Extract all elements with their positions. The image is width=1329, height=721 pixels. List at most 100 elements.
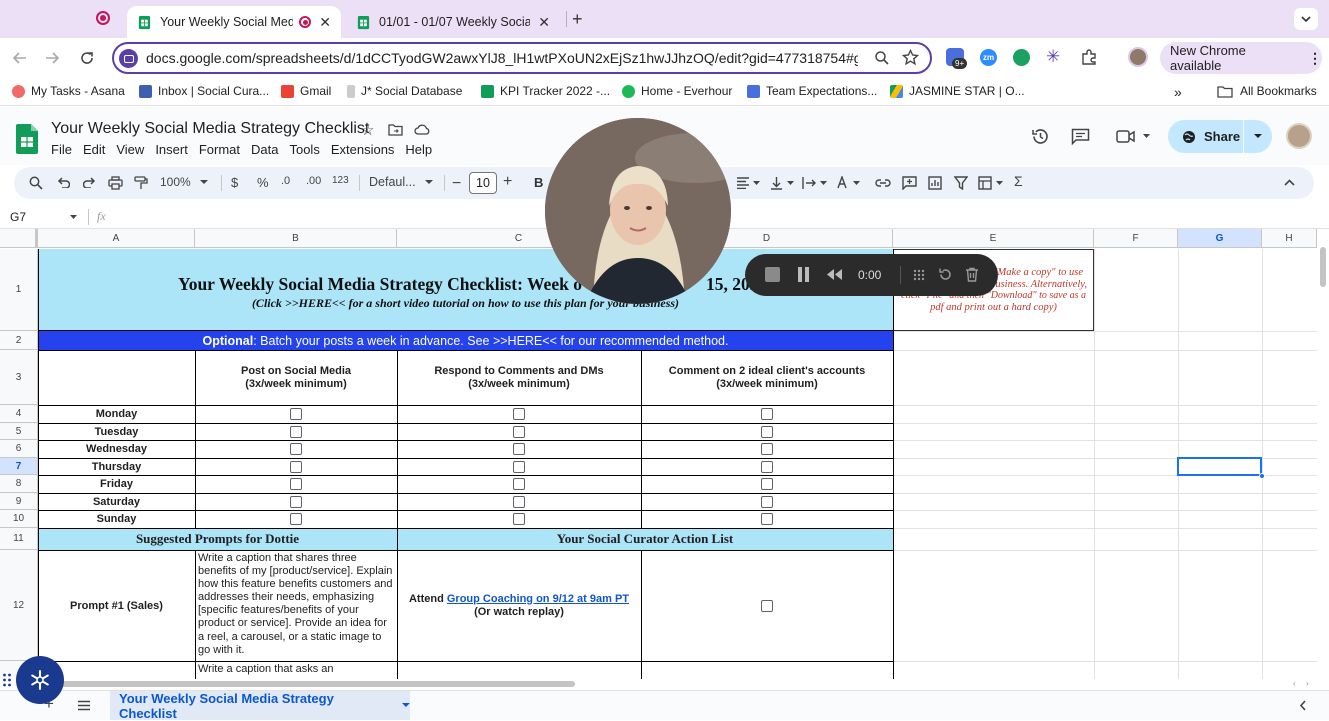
- menu-edit[interactable]: Edit: [83, 142, 105, 157]
- day-wednesday[interactable]: Wednesday: [38, 440, 195, 458]
- prompt-1-text[interactable]: Write a caption that shares three benefi…: [195, 550, 397, 661]
- checkbox[interactable]: [290, 495, 302, 508]
- day-friday[interactable]: Friday: [38, 475, 195, 493]
- rewind-icon[interactable]: [826, 268, 843, 281]
- document-title[interactable]: Your Weekly Social Media Strategy Checkl…: [51, 120, 369, 138]
- checkbox-cell[interactable]: [195, 440, 397, 458]
- collapse-side-panel-icon[interactable]: [1299, 700, 1307, 711]
- checkbox-cell[interactable]: [397, 510, 641, 528]
- action-list-header[interactable]: Your Social Curator Action List: [397, 528, 893, 550]
- account-avatar[interactable]: [1286, 123, 1312, 149]
- vertical-align-icon[interactable]: [770, 176, 783, 190]
- extension-zoom-icon[interactable]: zm: [980, 49, 997, 66]
- checkbox-cell[interactable]: [641, 510, 893, 528]
- meet-dropdown-icon[interactable]: [1143, 134, 1150, 139]
- decrease-font-size-icon[interactable]: −: [452, 175, 461, 193]
- checkbox-cell[interactable]: [397, 405, 641, 423]
- checkbox-cell[interactable]: [397, 475, 641, 493]
- checkbox[interactable]: [761, 425, 773, 438]
- checkbox-cell[interactable]: [397, 440, 641, 458]
- scroll-left-icon[interactable]: ‹: [1293, 679, 1296, 688]
- menu-view[interactable]: View: [116, 142, 144, 157]
- increase-decimal-button[interactable]: .00: [306, 175, 321, 187]
- row-header-11[interactable]: 11: [0, 528, 38, 550]
- sheet-tab-weekly-checklist[interactable]: Your Weekly Social Media Strategy Checkl…: [110, 691, 410, 721]
- delete-recording-icon[interactable]: [965, 267, 979, 282]
- optional-batch-banner[interactable]: Optional: Batch your posts a week in adv…: [38, 331, 893, 350]
- filter-icon[interactable]: [954, 176, 968, 190]
- col-header-f[interactable]: F: [1094, 229, 1178, 248]
- select-all-corner[interactable]: [0, 229, 38, 248]
- menu-help[interactable]: Help: [405, 142, 432, 157]
- new-chrome-available-button[interactable]: New Chrome available ⋮: [1160, 42, 1322, 74]
- meet-video-icon[interactable]: [1116, 129, 1136, 144]
- checkbox[interactable]: [513, 408, 525, 420]
- name-box-dropdown-icon[interactable]: [70, 215, 77, 219]
- text-wrap-icon[interactable]: [802, 176, 817, 190]
- fab-drag-handle-icon[interactable]: [2, 672, 14, 688]
- all-sheets-list-icon[interactable]: [77, 700, 91, 711]
- checkbox-cell[interactable]: [641, 475, 893, 493]
- number-format-button[interactable]: 123: [332, 175, 349, 186]
- move-folder-icon[interactable]: [388, 123, 403, 136]
- row-header-6[interactable]: 6: [0, 440, 38, 458]
- name-box[interactable]: G7: [10, 210, 26, 224]
- prompt-2-text[interactable]: Write a caption that asks an: [195, 661, 397, 679]
- bookmark-kpi-tracker[interactable]: KPI Tracker 2022 -...: [481, 84, 610, 98]
- insert-link-icon[interactable]: [875, 177, 891, 189]
- menu-extensions[interactable]: Extensions: [331, 142, 395, 157]
- bookmark-social-database[interactable]: J* Social Database: [347, 84, 462, 98]
- checkbox[interactable]: [290, 478, 302, 490]
- col-header-e[interactable]: E: [893, 229, 1094, 248]
- checkbox[interactable]: [761, 599, 773, 612]
- drag-handle-icon[interactable]: [912, 268, 926, 282]
- group-coaching-link[interactable]: Group Coaching on 9/12 at 9am PT: [447, 593, 629, 605]
- functions-sigma-icon[interactable]: Σ: [1014, 173, 1023, 189]
- checkbox[interactable]: [290, 443, 302, 455]
- extension-grammarly-icon[interactable]: [1013, 49, 1030, 66]
- star-icon[interactable]: ☆: [361, 121, 374, 139]
- checkbox-cell[interactable]: [641, 440, 893, 458]
- checkbox-cell[interactable]: [641, 405, 893, 423]
- text-rotation-icon[interactable]: [836, 176, 850, 190]
- header-post-on-social[interactable]: Post on Social Media (3x/week minimum): [195, 350, 397, 405]
- bookmark-star-icon[interactable]: [902, 49, 919, 66]
- align-icon[interactable]: [736, 177, 750, 189]
- menu-insert[interactable]: Insert: [155, 142, 188, 157]
- tab-close-icon[interactable]: ✕: [319, 14, 331, 31]
- checkbox-cell[interactable]: [397, 423, 641, 440]
- checkbox-cell[interactable]: [641, 550, 893, 661]
- checkbox-cell[interactable]: [195, 458, 397, 475]
- menu-data[interactable]: Data: [251, 142, 278, 157]
- comments-icon[interactable]: [1071, 128, 1090, 145]
- tab-weekly-social-media[interactable]: Your Weekly Social Media ✕: [127, 6, 341, 38]
- print-icon[interactable]: [108, 176, 123, 190]
- bookmark-asana[interactable]: My Tasks - Asana: [12, 84, 125, 98]
- scroll-right-icon[interactable]: ›: [1306, 679, 1309, 688]
- col-header-b[interactable]: B: [195, 229, 397, 248]
- bold-button[interactable]: B: [534, 175, 543, 190]
- checkbox-cell[interactable]: [641, 423, 893, 440]
- menu-file[interactable]: File: [51, 142, 72, 157]
- row-header-10[interactable]: 10: [0, 510, 38, 528]
- checkbox-cell[interactable]: [641, 493, 893, 510]
- redo-icon[interactable]: [83, 177, 96, 188]
- horizontal-scroll-thumb[interactable]: [40, 681, 575, 687]
- font-family-select[interactable]: Defaul...: [369, 175, 433, 189]
- col-header-h[interactable]: H: [1262, 229, 1317, 248]
- menu-tools[interactable]: Tools: [289, 142, 319, 157]
- row-header-5[interactable]: 5: [0, 423, 38, 440]
- zoom-search-icon[interactable]: [874, 50, 890, 66]
- forward-arrow-icon[interactable]: [40, 46, 64, 70]
- tab-weekly-social-0101[interactable]: 01/01 - 01/07 Weekly Social M ✕: [346, 6, 560, 38]
- decrease-decimal-button[interactable]: .0: [281, 175, 290, 187]
- fill-handle[interactable]: [1259, 473, 1265, 479]
- increase-font-size-icon[interactable]: +: [503, 173, 512, 191]
- col-header-g[interactable]: G: [1178, 229, 1262, 248]
- checkbox[interactable]: [513, 495, 525, 508]
- back-arrow-icon[interactable]: [8, 46, 32, 70]
- checkbox-cell[interactable]: [397, 493, 641, 510]
- vertical-scroll-thumb[interactable]: [1320, 247, 1326, 287]
- day-saturday[interactable]: Saturday: [38, 493, 195, 510]
- bookmark-inbox[interactable]: Inbox | Social Cura...: [139, 84, 269, 98]
